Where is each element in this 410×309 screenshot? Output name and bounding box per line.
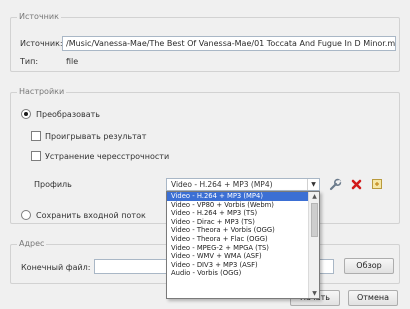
source-path-value: /Music/Vanessa-Mae/The Best Of Vanessa-M… <box>66 39 396 48</box>
type-value: file <box>66 57 79 66</box>
deinterlace-label: Устранение чересстрочности <box>45 152 170 161</box>
profile-dropdown-list[interactable]: Video - H.264 + MP3 (MP4) Video - VP80 +… <box>166 191 320 299</box>
new-profile-icon <box>372 179 382 189</box>
dest-group-title: Адрес <box>17 239 47 248</box>
save-raw-radio[interactable] <box>21 210 31 220</box>
source-label: Источник: <box>20 39 63 48</box>
profile-option[interactable]: Video - MPEG-2 + MPGA (TS) <box>167 244 309 253</box>
profile-label: Профиль <box>34 180 72 189</box>
cancel-button[interactable]: Отмена <box>348 290 398 306</box>
new-profile-button[interactable] <box>369 177 385 192</box>
save-raw-label: Сохранить входной поток <box>36 211 146 220</box>
scroll-down-icon[interactable]: ▼ <box>309 289 319 298</box>
deinterlace-checkbox[interactable] <box>31 151 41 161</box>
type-label: Тип: <box>20 57 39 66</box>
source-group-title: Источник <box>17 12 61 21</box>
convert-radio[interactable] <box>21 109 31 119</box>
convert-label: Преобразовать <box>36 110 100 119</box>
profile-option[interactable]: Video - WMV + WMA (ASF) <box>167 252 309 261</box>
delete-profile-button[interactable] <box>348 177 364 192</box>
wrench-icon <box>329 178 341 191</box>
play-result-checkbox[interactable] <box>31 131 41 141</box>
profile-option[interactable]: Video - VP80 + Vorbis (Webm) <box>167 201 309 210</box>
profile-option[interactable]: Video - DIV3 + MP3 (ASF) <box>167 261 309 270</box>
profile-selected-value: Video - H.264 + MP3 (MP4) <box>171 180 273 189</box>
browse-button[interactable]: Обзор <box>344 258 394 274</box>
scroll-thumb[interactable] <box>311 203 318 237</box>
scroll-up-icon[interactable]: ▲ <box>309 192 319 201</box>
profile-combo[interactable]: Video - H.264 + MP3 (MP4) ▼ <box>166 178 320 191</box>
profile-option[interactable]: Audio - Vorbis (OGG) <box>167 269 309 278</box>
play-result-label: Проигрывать результат <box>45 132 147 141</box>
profile-option[interactable]: Video - H.264 + MP3 (TS) <box>167 209 309 218</box>
settings-group-title: Настройки <box>17 87 67 96</box>
source-path-field[interactable]: /Music/Vanessa-Mae/The Best Of Vanessa-M… <box>62 36 396 51</box>
profile-option[interactable]: Video - H.264 + MP3 (MP4) <box>167 192 309 201</box>
edit-profile-button[interactable] <box>327 177 343 192</box>
chevron-down-icon[interactable]: ▼ <box>307 179 319 190</box>
dest-file-label: Конечный файл: <box>21 263 91 272</box>
profile-option[interactable]: Video - Theora + Vorbis (OGG) <box>167 226 309 235</box>
dropdown-scrollbar[interactable]: ▲ ▼ <box>308 192 319 298</box>
red-x-icon <box>351 179 361 190</box>
profile-option[interactable]: Video - Theora + Flac (OGG) <box>167 235 309 244</box>
profile-option[interactable]: Video - Dirac + MP3 (TS) <box>167 218 309 227</box>
